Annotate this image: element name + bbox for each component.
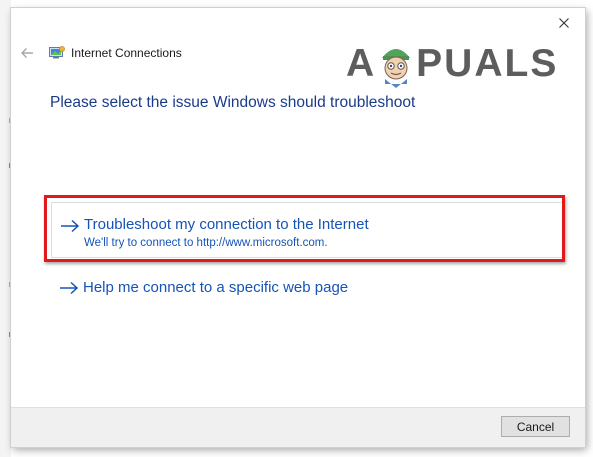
arrow-right-icon: [61, 219, 80, 233]
network-connection-icon: [49, 46, 65, 59]
page-heading: Please select the issue Windows should t…: [50, 94, 416, 111]
title-bar: Internet Connections: [11, 42, 182, 64]
back-arrow-icon: [21, 48, 33, 58]
close-button[interactable]: [551, 12, 577, 34]
arrow-right-icon: [60, 281, 79, 295]
troubleshoot-internet-option[interactable]: Troubleshoot my connection to the Intern…: [51, 202, 564, 258]
watermark-text-left: A: [346, 42, 377, 85]
connect-specific-page-option[interactable]: Help me connect to a specific web page: [51, 276, 562, 302]
back-button[interactable]: [18, 44, 36, 62]
watermark-text-right: PUALS: [416, 42, 559, 85]
option-description: We'll try to connect to http://www.micro…: [84, 237, 328, 249]
internet-connections-dialog: Internet Connections A PUALS Please sele…: [11, 8, 585, 447]
option-title: Troubleshoot my connection to the Intern…: [84, 216, 369, 233]
watermark-logo: A PUALS: [346, 40, 558, 88]
close-icon: [559, 18, 569, 28]
background-window-edge: [0, 0, 11, 457]
dialog-footer: Cancel: [11, 407, 585, 447]
mascot-logo-icon: [382, 49, 411, 88]
cancel-button[interactable]: Cancel: [501, 416, 570, 437]
screen: Internet Connections A PUALS Please sele…: [0, 0, 593, 457]
window-title: Internet Connections: [71, 46, 182, 60]
option-title: Help me connect to a specific web page: [83, 279, 349, 296]
